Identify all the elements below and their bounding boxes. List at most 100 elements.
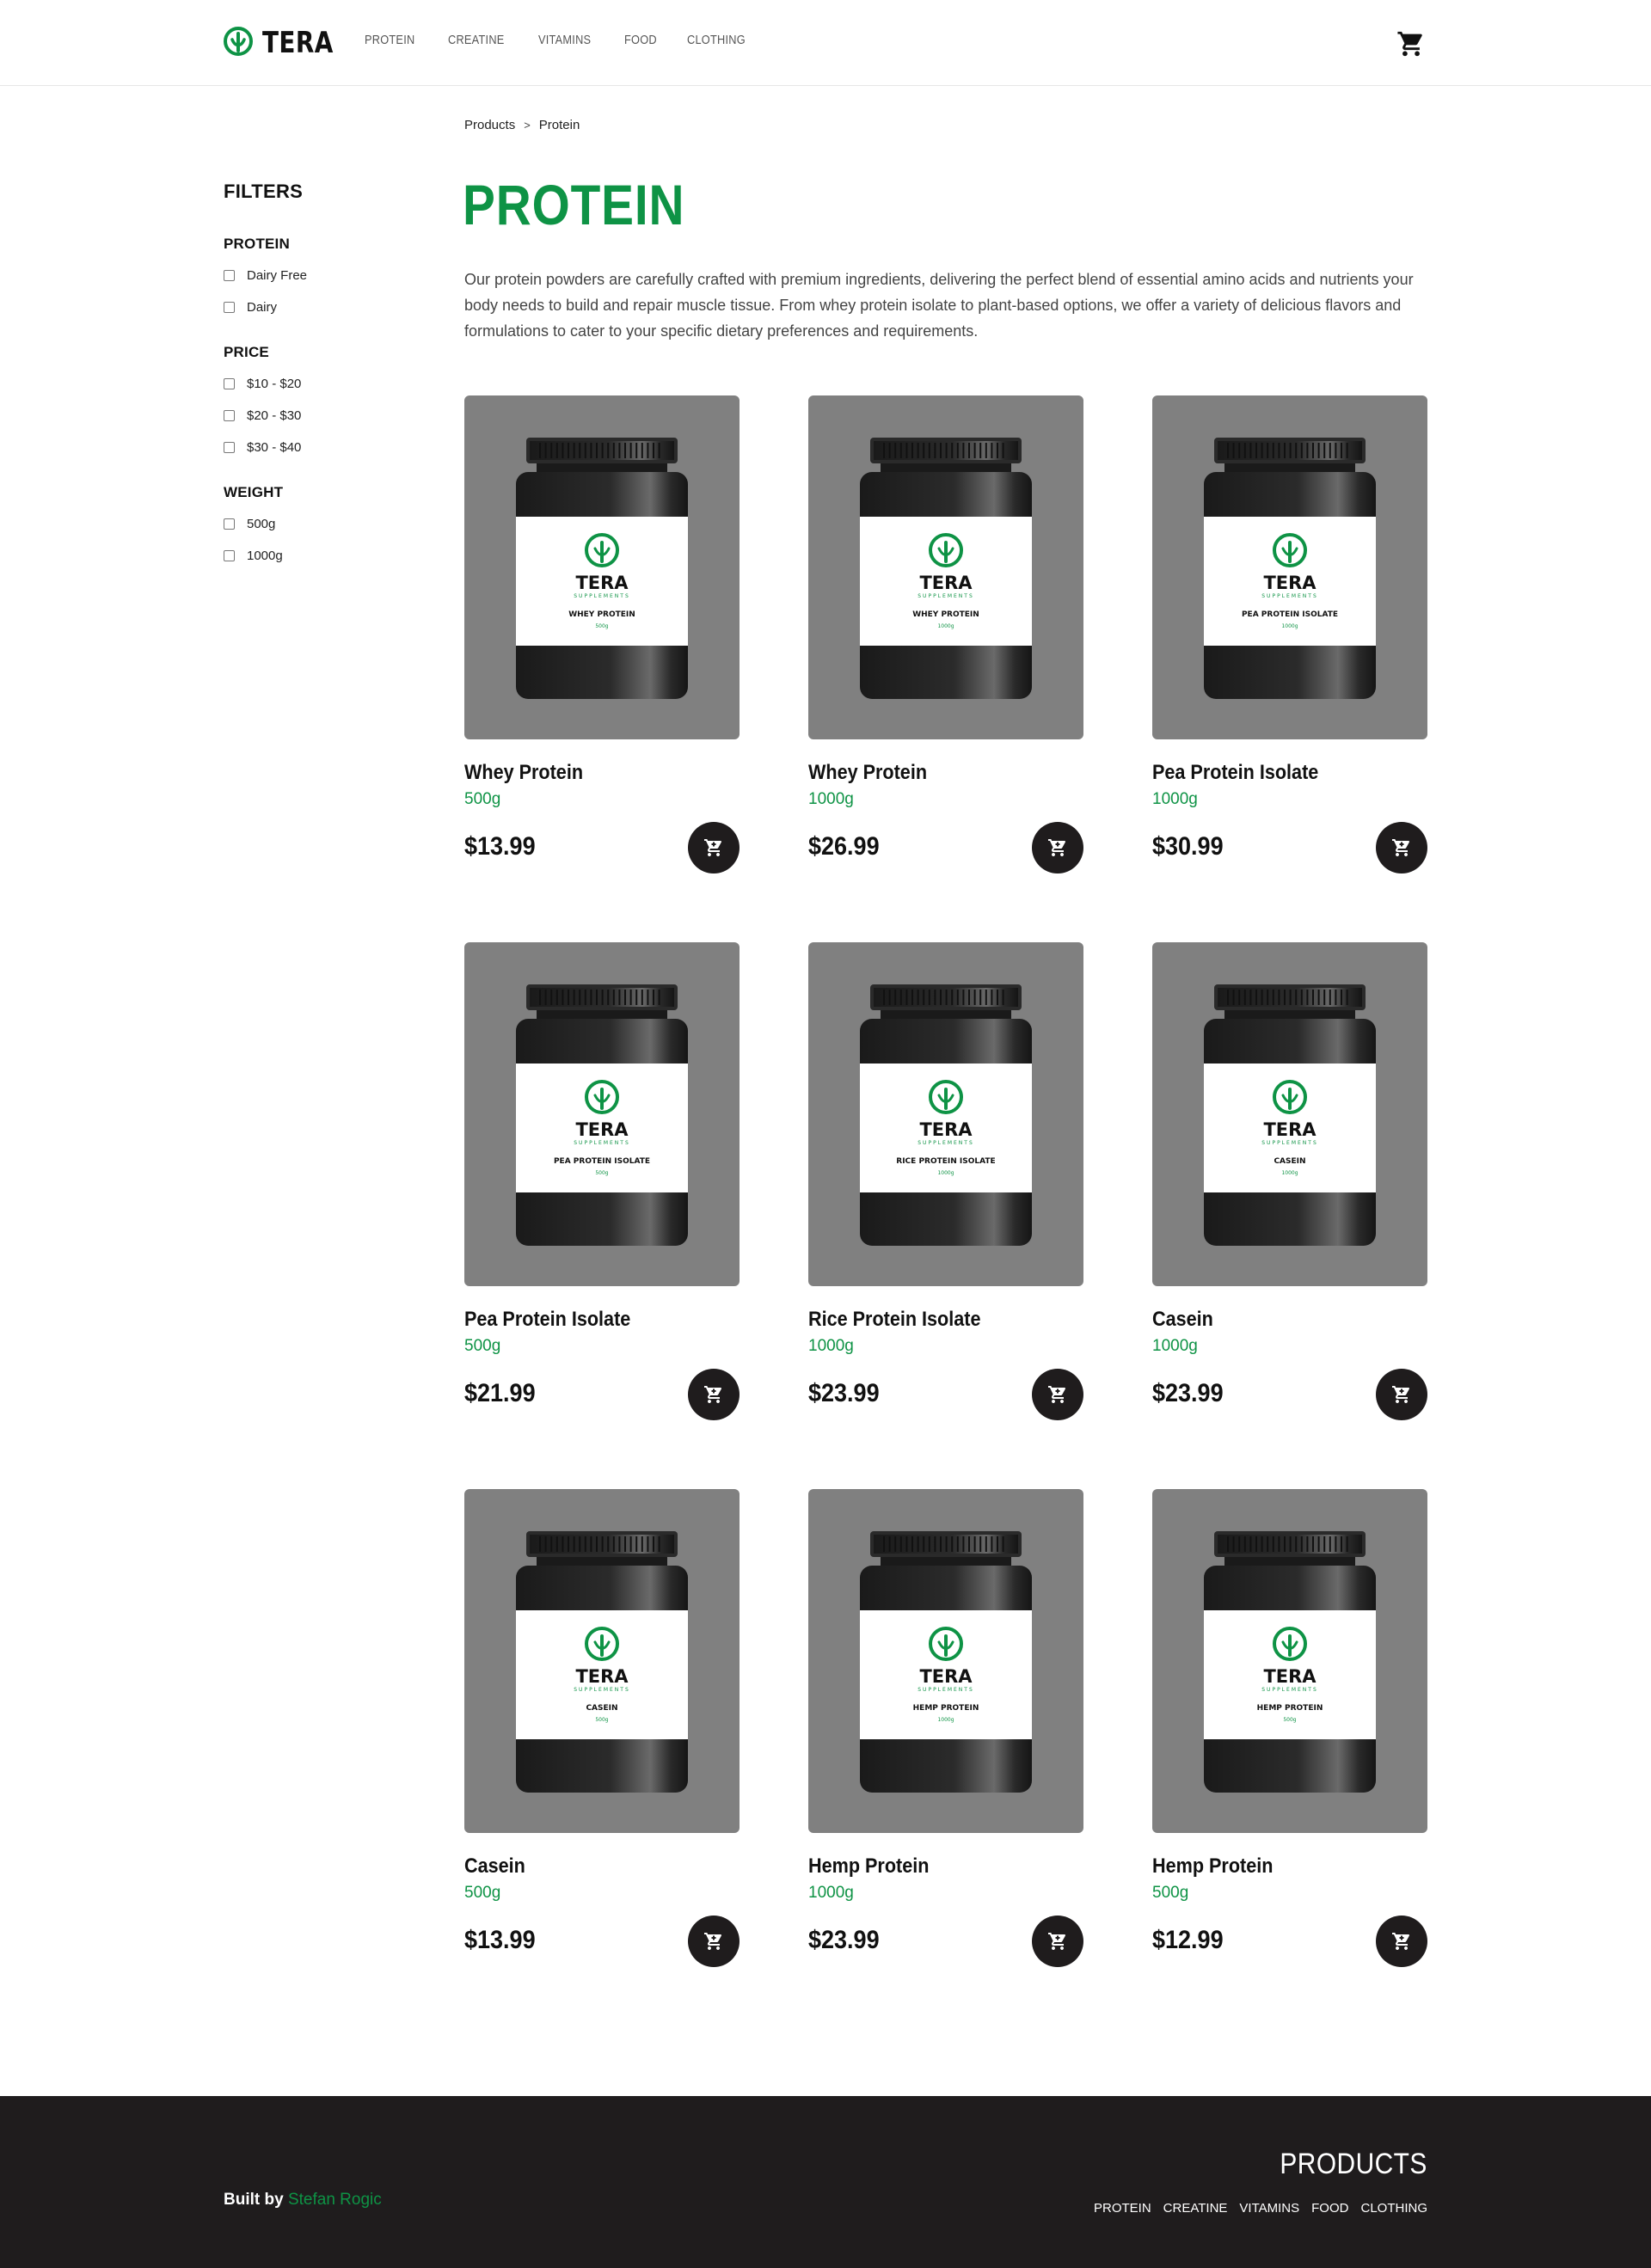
footer-link-food[interactable]: FOOD bbox=[1311, 2201, 1348, 2216]
product-card[interactable]: TERA SUPPLEMENTS HEMP PROTEIN 1000g Hemp Pro… bbox=[808, 1489, 1083, 1971]
product-card[interactable]: TERA SUPPLEMENTS WHEY PROTEIN 1000g Whey Pro… bbox=[808, 395, 1083, 877]
site-logo[interactable]: TERA bbox=[223, 26, 349, 60]
product-jar-image: TERASUPPLEMENTS HEMP PROTEIN 500g bbox=[1204, 1531, 1376, 1793]
checkbox[interactable] bbox=[224, 378, 235, 389]
product-image[interactable]: TERA SUPPLEMENTS PEA PROTEIN ISOLATE 500g bbox=[464, 942, 740, 1286]
product-name[interactable]: Whey Protein bbox=[464, 761, 583, 785]
add-to-cart-button[interactable] bbox=[688, 822, 740, 873]
jar-product-text: CASEIN bbox=[1274, 1157, 1305, 1166]
jar-brand-text: TERA bbox=[1263, 1666, 1317, 1687]
product-name[interactable]: Whey Protein bbox=[808, 761, 927, 785]
nav-item-vitamins[interactable]: VITAMINS bbox=[538, 33, 591, 47]
nav-item-protein[interactable]: PROTEIN bbox=[365, 33, 414, 47]
jar-brand-text: TERA bbox=[919, 1119, 973, 1140]
filters-title: FILTERS bbox=[224, 181, 304, 202]
add-to-cart-button[interactable] bbox=[1376, 822, 1427, 873]
checkbox[interactable] bbox=[224, 518, 235, 530]
add-to-cart-button[interactable] bbox=[688, 1916, 740, 1967]
product-name[interactable]: Pea Protein Isolate bbox=[1152, 761, 1318, 785]
author-link[interactable]: Stefan Rogic bbox=[288, 2191, 382, 2209]
site-header: TERA PROTEIN CREATINE VITAMINS FOOD CLOT… bbox=[0, 0, 1651, 86]
product-image[interactable]: TERA SUPPLEMENTS WHEY PROTEIN 1000g bbox=[808, 395, 1083, 739]
add-to-cart-button[interactable] bbox=[1032, 822, 1083, 873]
filter-option-dairy[interactable]: Dairy bbox=[224, 300, 430, 315]
product-image[interactable]: TERA SUPPLEMENTS HEMP PROTEIN 1000g bbox=[808, 1489, 1083, 1833]
product-name[interactable]: Pea Protein Isolate bbox=[464, 1308, 630, 1332]
product-card[interactable]: TERA SUPPLEMENTS CASEIN 1000g Casein 1000g $23… bbox=[1152, 942, 1427, 1424]
product-name[interactable]: Hemp Protein bbox=[1152, 1854, 1273, 1879]
product-name[interactable]: Casein bbox=[464, 1854, 525, 1879]
filter-option-1000g[interactable]: 1000g bbox=[224, 549, 430, 563]
product-card[interactable]: TERA SUPPLEMENTS HEMP PROTEIN 500g Hemp Prot… bbox=[1152, 1489, 1427, 1971]
add-to-cart-icon bbox=[704, 1386, 722, 1403]
breadcrumb-current: Protein bbox=[538, 118, 580, 132]
product-card[interactable]: TERA SUPPLEMENTS WHEY PROTEIN 500g Whey Prot… bbox=[464, 395, 740, 877]
jar-sub-text: SUPPLEMENTS bbox=[918, 1687, 974, 1693]
cart-icon[interactable] bbox=[1396, 29, 1426, 58]
filter-option-10-20[interactable]: $10 - $20 bbox=[224, 377, 430, 391]
filter-option-label: 1000g bbox=[247, 549, 283, 563]
product-card[interactable]: TERA SUPPLEMENTS CASEIN 500g Casein 500g $13.9… bbox=[464, 1489, 740, 1971]
filter-option-20-30[interactable]: $20 - $30 bbox=[224, 408, 430, 423]
leaf-logo-icon bbox=[223, 26, 254, 61]
jar-sub-text: SUPPLEMENTS bbox=[574, 1687, 630, 1693]
footer-link-vitamins[interactable]: VITAMINS bbox=[1239, 2201, 1299, 2216]
nav-item-creatine[interactable]: CREATINE bbox=[448, 33, 505, 47]
checkbox[interactable] bbox=[224, 550, 235, 561]
filter-option-30-40[interactable]: $30 - $40 bbox=[224, 440, 430, 455]
footer-link-clothing[interactable]: CLOTHING bbox=[1360, 2201, 1427, 2216]
product-card[interactable]: TERA SUPPLEMENTS RICE PROTEIN ISOLATE 1000g… bbox=[808, 942, 1083, 1424]
footer-link-protein[interactable]: PROTEIN bbox=[1094, 2201, 1151, 2216]
nav-item-clothing[interactable]: CLOTHING bbox=[687, 33, 746, 47]
jar-weight-text: 1000g bbox=[1281, 1170, 1298, 1176]
product-image[interactable]: TERA SUPPLEMENTS PEA PROTEIN ISOLATE 1000g bbox=[1152, 395, 1427, 739]
product-jar-image: TERASUPPLEMENTS CASEIN 1000g bbox=[1204, 984, 1376, 1246]
filter-option-label: $20 - $30 bbox=[247, 408, 302, 423]
filter-option-dairy-free[interactable]: Dairy Free bbox=[224, 268, 430, 283]
jar-weight-text: 1000g bbox=[937, 623, 954, 629]
product-name[interactable]: Casein bbox=[1152, 1308, 1213, 1332]
checkbox[interactable] bbox=[224, 410, 235, 421]
product-card[interactable]: TERA SUPPLEMENTS PEA PROTEIN ISOLATE 1000g P… bbox=[1152, 395, 1427, 877]
built-by: Built by Stefan Rogic bbox=[224, 2191, 382, 2210]
product-name[interactable]: Rice Protein Isolate bbox=[808, 1308, 980, 1332]
product-weight: 1000g bbox=[808, 790, 854, 808]
jar-weight-text: 1000g bbox=[937, 1170, 954, 1176]
product-image[interactable]: TERA SUPPLEMENTS RICE PROTEIN ISOLATE 1000g bbox=[808, 942, 1083, 1286]
footer-links: PROTEIN CREATINE VITAMINS FOOD CLOTHING bbox=[1094, 2201, 1427, 2216]
jar-weight-text: 1000g bbox=[937, 1717, 954, 1723]
checkbox[interactable] bbox=[224, 442, 235, 453]
product-weight: 1000g bbox=[808, 1337, 854, 1355]
checkbox[interactable] bbox=[224, 270, 235, 281]
add-to-cart-button[interactable] bbox=[688, 1369, 740, 1420]
nav-item-food[interactable]: FOOD bbox=[624, 33, 657, 47]
add-to-cart-icon bbox=[1048, 839, 1066, 856]
product-jar-image: TERASUPPLEMENTS HEMP PROTEIN 1000g bbox=[860, 1531, 1032, 1793]
filter-option-500g[interactable]: 500g bbox=[224, 517, 430, 531]
jar-product-text: PEA PROTEIN ISOLATE bbox=[1242, 610, 1338, 619]
add-to-cart-button[interactable] bbox=[1032, 1369, 1083, 1420]
product-name[interactable]: Hemp Protein bbox=[808, 1854, 929, 1879]
product-image[interactable]: TERA SUPPLEMENTS WHEY PROTEIN 500g bbox=[464, 395, 740, 739]
add-to-cart-icon bbox=[1392, 839, 1410, 856]
jar-weight-text: 500g bbox=[595, 623, 608, 629]
jar-sub-text: SUPPLEMENTS bbox=[918, 1140, 974, 1146]
jar-sub-text: SUPPLEMENTS bbox=[1261, 593, 1318, 599]
product-image[interactable]: TERA SUPPLEMENTS CASEIN 500g bbox=[464, 1489, 740, 1833]
add-to-cart-button[interactable] bbox=[1032, 1916, 1083, 1967]
add-to-cart-button[interactable] bbox=[1376, 1916, 1427, 1967]
add-to-cart-icon bbox=[1392, 1933, 1410, 1950]
product-card[interactable]: TERA SUPPLEMENTS PEA PROTEIN ISOLATE 500g Pe… bbox=[464, 942, 740, 1424]
breadcrumb-products[interactable]: Products bbox=[464, 118, 515, 132]
product-price: $21.99 bbox=[464, 1379, 536, 1407]
checkbox[interactable] bbox=[224, 302, 235, 313]
product-price: $23.99 bbox=[1152, 1379, 1224, 1407]
jar-weight-text: 500g bbox=[1283, 1717, 1296, 1723]
jar-brand-text: TERA bbox=[575, 573, 629, 593]
jar-sub-text: SUPPLEMENTS bbox=[1261, 1687, 1318, 1693]
footer-link-creatine[interactable]: CREATINE bbox=[1163, 2201, 1228, 2216]
add-to-cart-button[interactable] bbox=[1376, 1369, 1427, 1420]
product-image[interactable]: TERA SUPPLEMENTS CASEIN 1000g bbox=[1152, 942, 1427, 1286]
product-image[interactable]: TERA SUPPLEMENTS HEMP PROTEIN 500g bbox=[1152, 1489, 1427, 1833]
filter-group-price: PRICE $10 - $20 $20 - $30 $30 - $40 bbox=[224, 344, 430, 455]
